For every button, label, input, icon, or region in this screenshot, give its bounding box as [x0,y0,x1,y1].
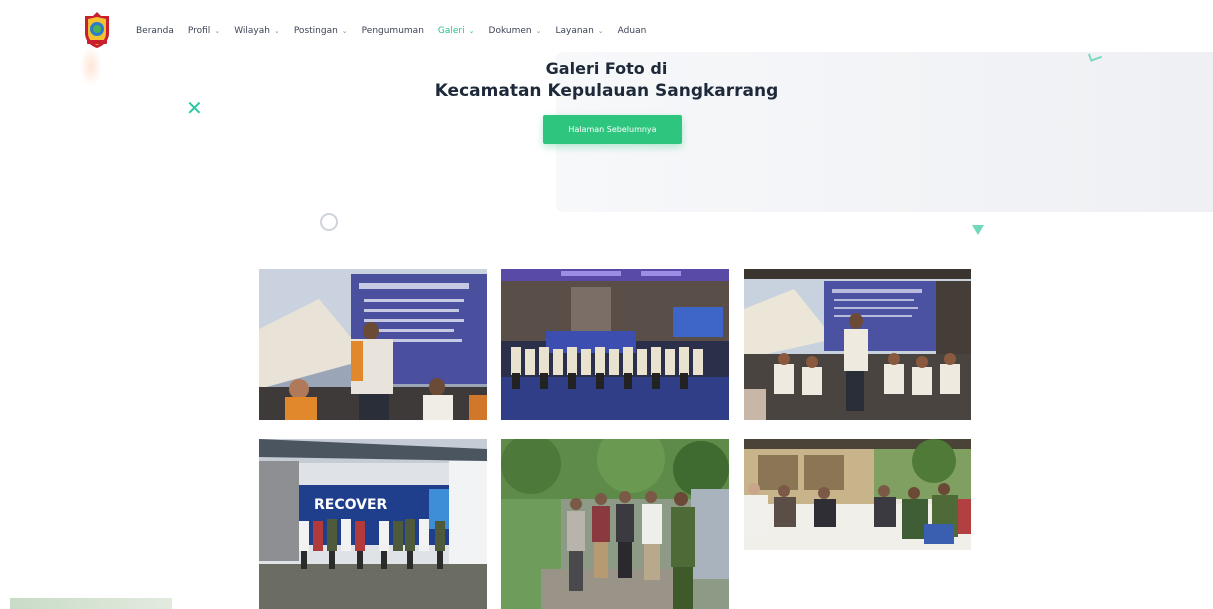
nav-item-label: Dokumen [488,26,532,36]
recover-banner-text: RECOVER [314,497,388,513]
nav-item-label: Aduan [617,26,647,36]
previous-page-button[interactable]: Halaman Sebelumnya [543,115,682,144]
photo-outdoor-visit-image [501,439,729,609]
gallery-photo-4[interactable]: RECOVER [259,439,487,609]
nav-item-label: Wilayah [234,26,270,36]
decorative-circle-icon [320,213,338,231]
main-navigation: Beranda Profil ⌄ Wilayah ⌄ Postingan ⌄ Pengumum… [136,24,660,38]
nav-item-dokumen[interactable]: Dokumen ⌄ [489,26,542,36]
site-logo[interactable] [81,11,113,49]
nav-item-label: Layanan [555,26,594,36]
chevron-down-icon: ⌄ [341,27,348,35]
nav-item-profil[interactable]: Profil ⌄ [188,26,220,36]
gallery-photo-5[interactable] [501,439,729,609]
nav-item-wilayah[interactable]: Wilayah ⌄ [234,26,280,36]
chevron-down-icon: ⌄ [214,27,221,35]
gallery-photo-6[interactable] [744,439,971,550]
nav-item-pengumuman[interactable]: Pengumuman [362,26,424,36]
page-title: Galeri Foto di Kecamatan Kepulauan Sangk… [0,58,1213,102]
nav-item-postingan[interactable]: Postingan ⌄ [294,26,348,36]
chevron-down-icon: ⌄ [597,27,604,35]
nav-item-galeri[interactable]: Galeri ⌄ [438,26,475,36]
gallery-photo-3[interactable] [744,269,971,420]
gallery-photo-2[interactable] [501,269,729,420]
nav-item-label: Profil [187,26,211,36]
chevron-down-icon: ⌄ [273,27,280,35]
nav-item-label: Pengumuman [361,26,424,36]
nav-item-label: Galeri [437,26,465,36]
nav-item-aduan[interactable]: Aduan [618,26,647,36]
nav-item-label: Postingan [293,26,338,36]
decorative-triangle-icon [972,225,984,235]
chevron-down-icon: ⌄ [468,27,475,35]
photo-speaker-stage-image [259,269,487,420]
photo-group-on-stage-image [501,269,729,420]
nav-item-label: Beranda [136,26,174,36]
gallery-photo-1[interactable] [259,269,487,420]
crest-icon [85,12,109,48]
photo-recover-banner-group-image: RECOVER [259,439,487,609]
page-title-line1: Galeri Foto di [545,59,668,78]
photo-house-meeting-image [744,439,971,550]
chevron-down-icon: ⌄ [535,27,542,35]
bottom-decorative-strip [10,598,172,609]
nav-item-layanan[interactable]: Layanan ⌄ [555,26,603,36]
nav-item-beranda[interactable]: Beranda [136,26,174,36]
page-title-line2: Kecamatan Kepulauan Sangkarrang [434,81,779,101]
photo-speaker-audience-image [744,269,971,420]
